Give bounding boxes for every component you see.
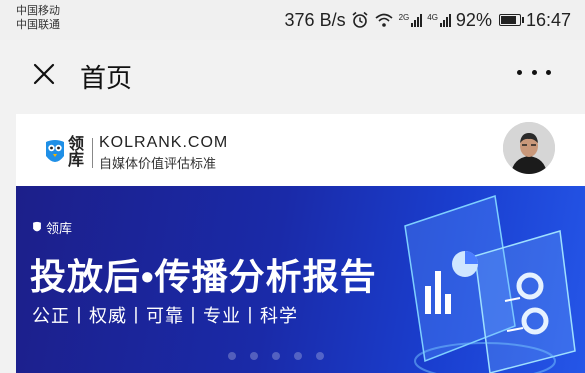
logo-divider bbox=[92, 138, 93, 168]
signal-2-label: 4G bbox=[427, 13, 438, 22]
carrier-info: 中国移动 中国联通 bbox=[16, 4, 60, 32]
status-indicators: 376 B/s 2G 4G 92% 16:47 bbox=[285, 8, 571, 32]
battery-percent: 92% bbox=[455, 9, 492, 30]
carrier-2: 中国联通 bbox=[16, 19, 60, 31]
person-photo bbox=[503, 122, 555, 174]
alarm-icon bbox=[352, 11, 368, 28]
logo-tagline: 自媒体价值评估标准 bbox=[99, 156, 217, 171]
logo-text: KOLRANK.COM 自媒体价值评估标准 bbox=[99, 134, 228, 172]
owl-logo-icon bbox=[33, 221, 41, 232]
close-icon[interactable] bbox=[32, 62, 56, 86]
signal-1-label: 2G bbox=[398, 13, 410, 22]
page-title: 首页 bbox=[80, 63, 133, 93]
logo-domain: KOLRANK.COM bbox=[99, 134, 229, 151]
clock: 16:47 bbox=[525, 9, 571, 30]
banner-subtitle: 公正丨权威丨可靠丨专业丨科学 bbox=[32, 306, 298, 326]
signal-icon-sim1: 2G bbox=[399, 13, 423, 27]
banner-brand-text: 领库 bbox=[46, 221, 73, 236]
wifi-icon bbox=[375, 13, 393, 27]
carousel-dots[interactable] bbox=[228, 352, 324, 360]
logo-cn-text: 领库 bbox=[68, 136, 85, 169]
banner-title: 投放后•传播分析报告 bbox=[30, 256, 377, 297]
dashboard-illustration-icon bbox=[404, 195, 576, 373]
owl-logo-icon bbox=[46, 140, 64, 162]
network-speed: 376 B/s bbox=[284, 9, 346, 30]
signal-icon-sim2: 4G bbox=[427, 13, 451, 27]
report-banner[interactable]: 领库 投放后•传播分析报告 公正丨权威丨可靠丨专业丨科学 bbox=[16, 186, 585, 373]
site-header: 领库 KOLRANK.COM 自媒体价值评估标准 bbox=[16, 114, 585, 186]
status-bar: 中国移动 中国联通 376 B/s 2G 4G 92% 16:47 bbox=[0, 0, 585, 40]
battery-icon bbox=[498, 14, 524, 26]
banner-brand: 领库 bbox=[32, 218, 72, 237]
nav-bar: 首页 bbox=[0, 40, 585, 112]
carrier-1: 中国移动 bbox=[16, 5, 60, 17]
more-menu-icon[interactable] bbox=[517, 70, 551, 78]
kolrank-logo[interactable]: 领库 KOLRANK.COM 自媒体价值评估标准 bbox=[44, 134, 228, 172]
avatar[interactable] bbox=[503, 122, 555, 174]
